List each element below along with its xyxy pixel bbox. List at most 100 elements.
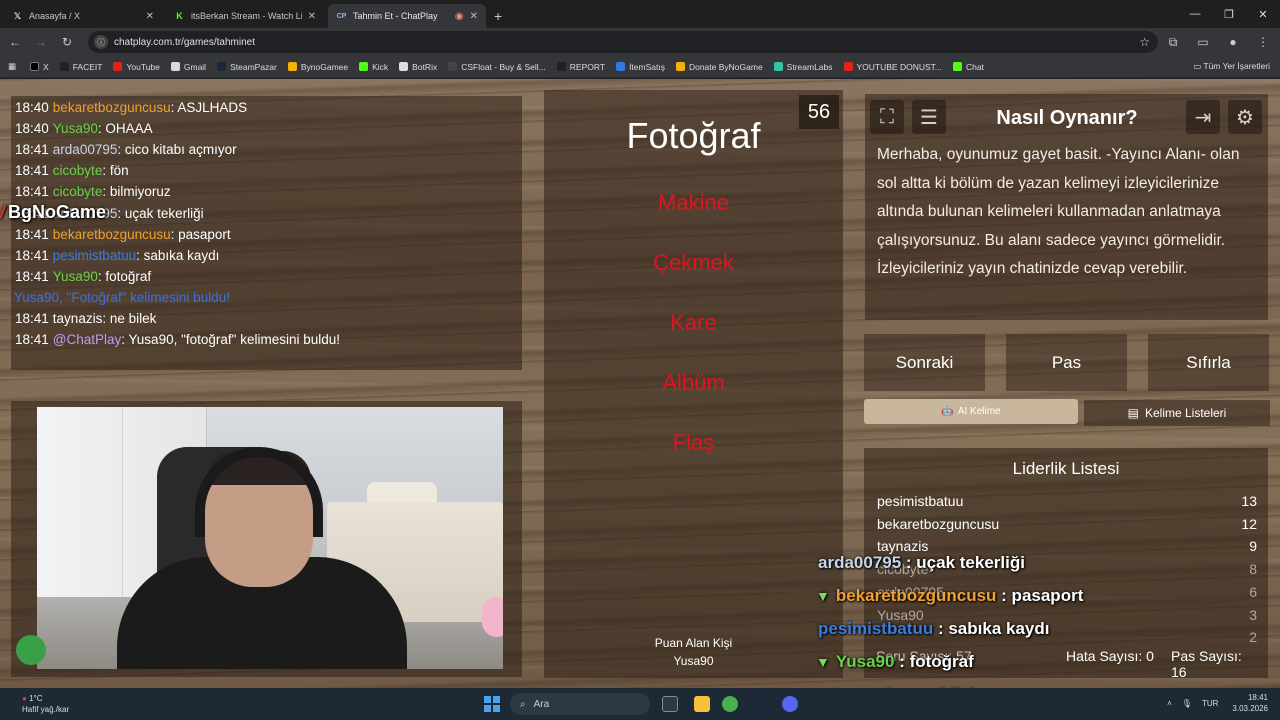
all-bookmarks-folder[interactable]: ▭ Tüm Yer İşaretleri xyxy=(1193,61,1270,72)
chat-username[interactable]: pesimistbatuu xyxy=(53,248,136,263)
bookmark-star-icon[interactable]: ☆ xyxy=(1139,35,1150,49)
chat-message: 18:41 cicobyte: bilmiyoruz xyxy=(15,184,171,199)
bookmark-itemsatis[interactable]: İtemSatış xyxy=(616,62,665,72)
tray-chevron-icon[interactable]: ˄ xyxy=(1167,699,1172,708)
tab-title: Anasayfa / X xyxy=(29,11,81,21)
apps-icon[interactable]: ▦ xyxy=(8,61,16,72)
chat-text: : fotoğraf xyxy=(97,268,152,284)
chat-username[interactable]: bekaretbozguncusu xyxy=(53,227,171,242)
chat-message: 18:40 Yusa90: OHAAA xyxy=(15,121,153,136)
file-explorer-icon[interactable] xyxy=(694,696,710,712)
profile-avatar[interactable]: ● xyxy=(1218,35,1248,49)
chat-username[interactable]: Yusa90 xyxy=(53,121,98,136)
chat-username[interactable]: bekaretbozguncusu xyxy=(53,100,171,115)
close-window-icon[interactable]: ✕ xyxy=(1246,8,1280,21)
steam-icon[interactable] xyxy=(752,696,768,712)
overlay-text: : sabıka kaydı xyxy=(933,619,1050,638)
bookmark-csfloat[interactable]: CSFloat - Buy & Sell... xyxy=(448,62,546,72)
chat-timestamp: 18:41 xyxy=(15,332,49,348)
overlay-username: bekaretbozguncusu xyxy=(835,586,997,605)
chat-username[interactable]: taynazis xyxy=(53,311,103,326)
task-view-icon[interactable] xyxy=(662,696,678,712)
back-icon[interactable]: ← xyxy=(4,35,26,49)
browser-tab-bar: 𝕏 Anasayfa / X ✕ K itsBerkan Stream - Wa… xyxy=(0,0,1280,28)
pass-button[interactable]: Pas xyxy=(1006,334,1127,391)
ai-word-button[interactable]: 🤖 AI Kelime xyxy=(864,399,1078,424)
taskbar-search[interactable]: ⌕ Ara xyxy=(510,693,650,715)
kick-logo-icon: K xyxy=(176,11,183,21)
next-button[interactable]: Sonraki xyxy=(864,334,985,391)
bookmark-chat[interactable]: Chat xyxy=(953,62,984,72)
tab-x[interactable]: 𝕏 Anasayfa / X ✕ xyxy=(4,4,162,28)
leaderboard-title: Liderlik Listesi xyxy=(1012,459,1120,478)
language-indicator[interactable]: TUR xyxy=(1202,699,1218,708)
overlay-chat-message: ▼ bekaretbozguncusu : pasaport xyxy=(816,586,1083,606)
forbidden-word: Kare xyxy=(670,310,717,335)
pass-count: Pas Sayısı: 16 xyxy=(1171,648,1242,680)
bookmark-faceit[interactable]: FACEIT xyxy=(59,62,102,72)
chat-username[interactable]: cicobyte xyxy=(53,163,103,178)
close-icon[interactable]: ✕ xyxy=(470,11,478,22)
how-to-play-title: Nasıl Oynanır? xyxy=(996,107,1138,129)
bookmark-x[interactable]: X xyxy=(30,62,49,72)
start-button[interactable] xyxy=(484,696,500,712)
extensions-icon[interactable]: ⧉ xyxy=(1158,35,1188,50)
minimize-icon[interactable]: — xyxy=(1178,8,1212,20)
new-tab-button[interactable]: + xyxy=(494,8,502,24)
chat-message: 18:41 @ChatPlay: Yusa90, "fotoğraf" kelim… xyxy=(15,332,340,347)
reset-button[interactable]: Sıfırla xyxy=(1148,334,1269,391)
bookmark-youtube-donust[interactable]: YOUTUBE DONUST... xyxy=(843,62,942,72)
overlay-chat-message: ▼ Yusa90 : fotoğraf xyxy=(816,652,974,672)
chat-message: 18:41 pesimistbatuu: sabıka kaydı xyxy=(15,248,219,263)
how-to-play-text: Merhaba, oyunumuz gayet basit. -Yayıncı … xyxy=(877,146,1240,277)
word-lists-button[interactable]: ▤ Kelime Listeleri xyxy=(1084,400,1270,426)
chat-message: 18:41 bekaretbozguncusu: pasaport xyxy=(15,227,231,242)
chat-message: 18:41 Yusa90: fotoğraf xyxy=(15,269,151,284)
discord-icon[interactable] xyxy=(782,696,798,712)
bookmark-donate[interactable]: Donate ByNoGame xyxy=(675,62,763,72)
menu-icon[interactable]: ⋮ xyxy=(1248,35,1278,49)
forward-icon[interactable]: → xyxy=(30,35,52,49)
chat-timestamp: 18:41 xyxy=(15,247,49,263)
bookmark-streamlabs[interactable]: StreamLabs xyxy=(773,62,833,72)
chat-message: 18:41 cicobyte: fön xyxy=(15,163,129,178)
chat-text: : cico kitabı açmıyor xyxy=(117,142,237,158)
leaderboard-name: pesimistbatuu xyxy=(877,493,964,509)
tab-chatplay[interactable]: CP Tahmin Et - ChatPlay ◉ ✕ xyxy=(328,4,486,28)
webcam-feed xyxy=(37,407,503,669)
bookmark-bynogamee[interactable]: BynoGamee xyxy=(287,62,348,72)
forbidden-word: Flaş xyxy=(672,430,715,455)
bookmark-report[interactable]: REPORT xyxy=(556,62,605,72)
overlay-username: pesimistbatuu xyxy=(818,619,934,638)
bookmark-gmail[interactable]: Gmail xyxy=(170,62,206,72)
close-icon[interactable]: ✕ xyxy=(146,11,154,22)
close-icon[interactable]: ✕ xyxy=(308,11,316,22)
chat-username[interactable]: @ChatPlay xyxy=(53,332,121,347)
timer: 56 xyxy=(799,95,839,129)
address-bar[interactable]: ⓘ chatplay.com.tr/games/tahminet ☆ xyxy=(88,31,1158,53)
tab-kick[interactable]: K itsBerkan Stream - Watch Live o ✕ xyxy=(166,4,324,28)
overlay-text: : uçak tekerliği xyxy=(901,553,1025,572)
bookmark-steampazar[interactable]: SteamPazar xyxy=(217,62,277,72)
chat-timestamp: 18:40 xyxy=(15,121,49,137)
bookmark-botrix[interactable]: BotRix xyxy=(399,62,437,72)
chat-username[interactable]: arda00795 xyxy=(53,142,118,157)
chat-username[interactable]: Yusa90 xyxy=(53,269,98,284)
leaderboard-score: 9 xyxy=(1249,538,1257,555)
sidepanel-icon[interactable]: ▭ xyxy=(1188,35,1218,49)
chat-text: : ASJLHADS xyxy=(170,100,248,115)
weather-widget[interactable]: ● 1°C Hafif yağ./kar xyxy=(22,693,69,715)
site-info-icon[interactable]: ⓘ xyxy=(94,35,108,49)
url-text[interactable]: chatplay.com.tr/games/tahminet xyxy=(114,37,1139,48)
leaderboard-score: 6 xyxy=(1249,583,1257,600)
chat-username[interactable]: cicobyte xyxy=(53,184,103,199)
reload-icon[interactable]: ↻ xyxy=(56,35,78,49)
bookmarks-bar: ▦ X FACEIT YouTube Gmail SteamPazar Byno… xyxy=(0,56,1280,78)
chrome-icon[interactable] xyxy=(722,696,738,712)
microphone-icon[interactable]: 🎙 xyxy=(1182,699,1192,708)
bookmark-kick[interactable]: Kick xyxy=(359,62,388,72)
clock[interactable]: 18:41 3.03.2026 xyxy=(1232,692,1268,714)
bookmark-youtube[interactable]: YouTube xyxy=(113,62,160,72)
leaderboard-score: 13 xyxy=(1241,493,1257,509)
restore-icon[interactable]: ❐ xyxy=(1212,8,1246,21)
